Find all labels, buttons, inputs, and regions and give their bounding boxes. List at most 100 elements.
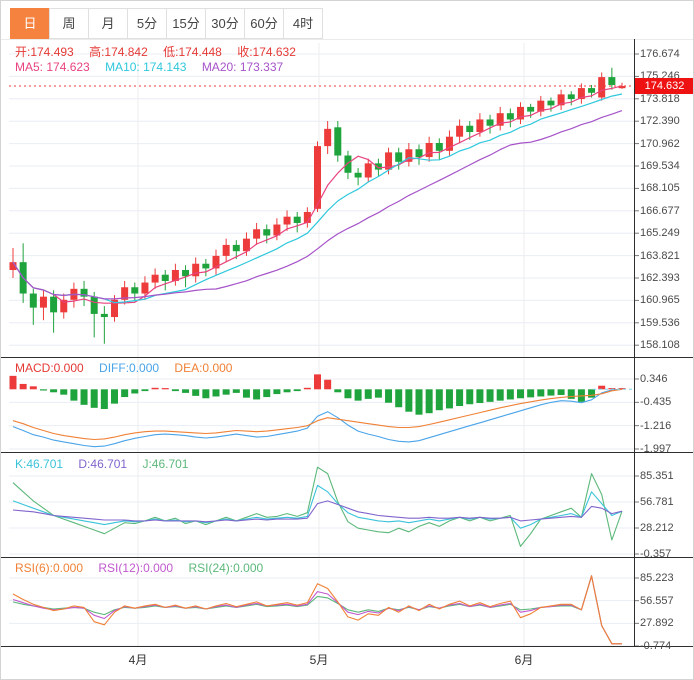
candle <box>456 125 464 137</box>
y-tick-label: 166.677 <box>640 204 680 217</box>
tab-30min[interactable]: 30分 <box>205 8 245 39</box>
candle <box>222 244 230 256</box>
x-label-may: 5月 <box>309 653 329 667</box>
macd-bar <box>557 389 565 395</box>
candle <box>151 274 159 283</box>
y-tick-label: 85.223 <box>640 572 674 584</box>
candle <box>547 100 555 106</box>
ma5-value: MA5: 174.623 <box>15 60 90 74</box>
macd-bar <box>111 389 118 404</box>
y-tick-label: 170.962 <box>640 137 680 150</box>
tab-4hour[interactable]: 4时 <box>283 8 323 39</box>
panel-divider <box>1 646 693 647</box>
d-value: D:46.701 <box>78 457 128 471</box>
x-label-april: 4月 <box>128 653 148 667</box>
macd-bar <box>476 389 484 404</box>
candle <box>364 163 372 178</box>
macd-bar <box>60 389 68 395</box>
macd-bar <box>547 389 555 396</box>
macd-bar <box>344 389 352 399</box>
y-tick-label: -0.435 <box>640 396 672 409</box>
macd-bar <box>90 389 98 408</box>
dea-value: DEA:0.000 <box>174 361 233 375</box>
macd-bar <box>39 389 47 391</box>
macd-bar <box>192 389 200 396</box>
macd-bar <box>567 389 575 399</box>
macd-bar <box>385 389 393 403</box>
macd-bar <box>273 389 281 395</box>
macd-bar <box>19 383 27 390</box>
macd-bar <box>466 389 474 405</box>
tab-5min[interactable]: 5分 <box>127 8 167 39</box>
macd-bar <box>80 389 88 405</box>
macd-bar <box>293 389 301 392</box>
current-price-tag: 174.632 <box>635 78 693 95</box>
candle <box>263 229 271 236</box>
tab-60min[interactable]: 60分 <box>244 8 284 39</box>
y-axis-line <box>634 39 635 646</box>
candle <box>141 282 149 294</box>
macd-bar <box>334 389 342 393</box>
candle <box>435 142 443 151</box>
open-value: 开:174.493 <box>15 45 74 59</box>
y-tick-label: 56.781 <box>640 496 674 508</box>
candle <box>506 113 514 120</box>
tab-week[interactable]: 周 <box>49 8 89 39</box>
candle <box>283 216 291 225</box>
macd-bar <box>415 389 423 415</box>
y-tick-label: 158.108 <box>640 339 680 352</box>
tab-day[interactable]: 日 <box>10 8 50 39</box>
macd-bar <box>527 389 535 398</box>
macd-bar <box>486 389 494 402</box>
panel-divider <box>1 357 693 358</box>
y-tick-label: 159.536 <box>640 316 680 329</box>
candle <box>415 149 423 158</box>
y-tick-label: 27.892 <box>640 617 674 630</box>
macd-bar <box>456 389 464 407</box>
candle <box>425 142 433 158</box>
macd-bar <box>283 389 291 393</box>
candle <box>202 263 210 269</box>
candle <box>527 106 535 112</box>
candle <box>29 293 37 308</box>
macd-bar <box>395 389 403 408</box>
k-value: K:46.701 <box>15 457 64 471</box>
candle <box>344 155 352 173</box>
y-tick-label: 56.557 <box>640 594 674 607</box>
candle <box>293 216 301 223</box>
macd-bar <box>324 379 332 390</box>
macd-bar <box>100 389 108 410</box>
ma10-value: MA10: 174.143 <box>105 60 187 74</box>
candle <box>100 313 108 318</box>
diff-value: DIFF:0.000 <box>99 361 160 375</box>
j-value: J:46.701 <box>142 457 189 471</box>
macd-bar <box>506 389 514 400</box>
tab-month[interactable]: 月 <box>88 8 128 39</box>
timeframe-tabbar: 日 周 月 5分 15分 30分 60分 4时 <box>10 8 323 39</box>
y-tick-label: 169.534 <box>640 160 680 172</box>
candle <box>486 119 494 126</box>
candle <box>90 296 98 314</box>
macd-bar <box>121 389 129 398</box>
y-tick-label: 176.674 <box>640 48 680 60</box>
candle <box>50 296 58 313</box>
tab-15min[interactable]: 15分 <box>166 8 206 39</box>
macd-bar <box>212 389 220 397</box>
y-tick-label: 162.393 <box>640 272 680 284</box>
rsi24-value: RSI(24):0.000 <box>188 561 264 575</box>
macd-bar <box>496 389 504 401</box>
candle <box>324 128 332 147</box>
candle <box>588 88 596 93</box>
candle <box>253 229 261 239</box>
macd-bar <box>435 389 443 411</box>
close-value: 收:174.632 <box>237 45 296 59</box>
macd-bar <box>517 389 524 399</box>
macd-bar <box>263 389 271 398</box>
price-panel <box>9 43 639 357</box>
candle <box>39 296 47 308</box>
panel-divider <box>1 452 693 453</box>
candle <box>476 119 484 133</box>
macd-bar <box>303 387 311 390</box>
macd-bar <box>171 389 179 392</box>
macd-bar <box>29 386 37 390</box>
